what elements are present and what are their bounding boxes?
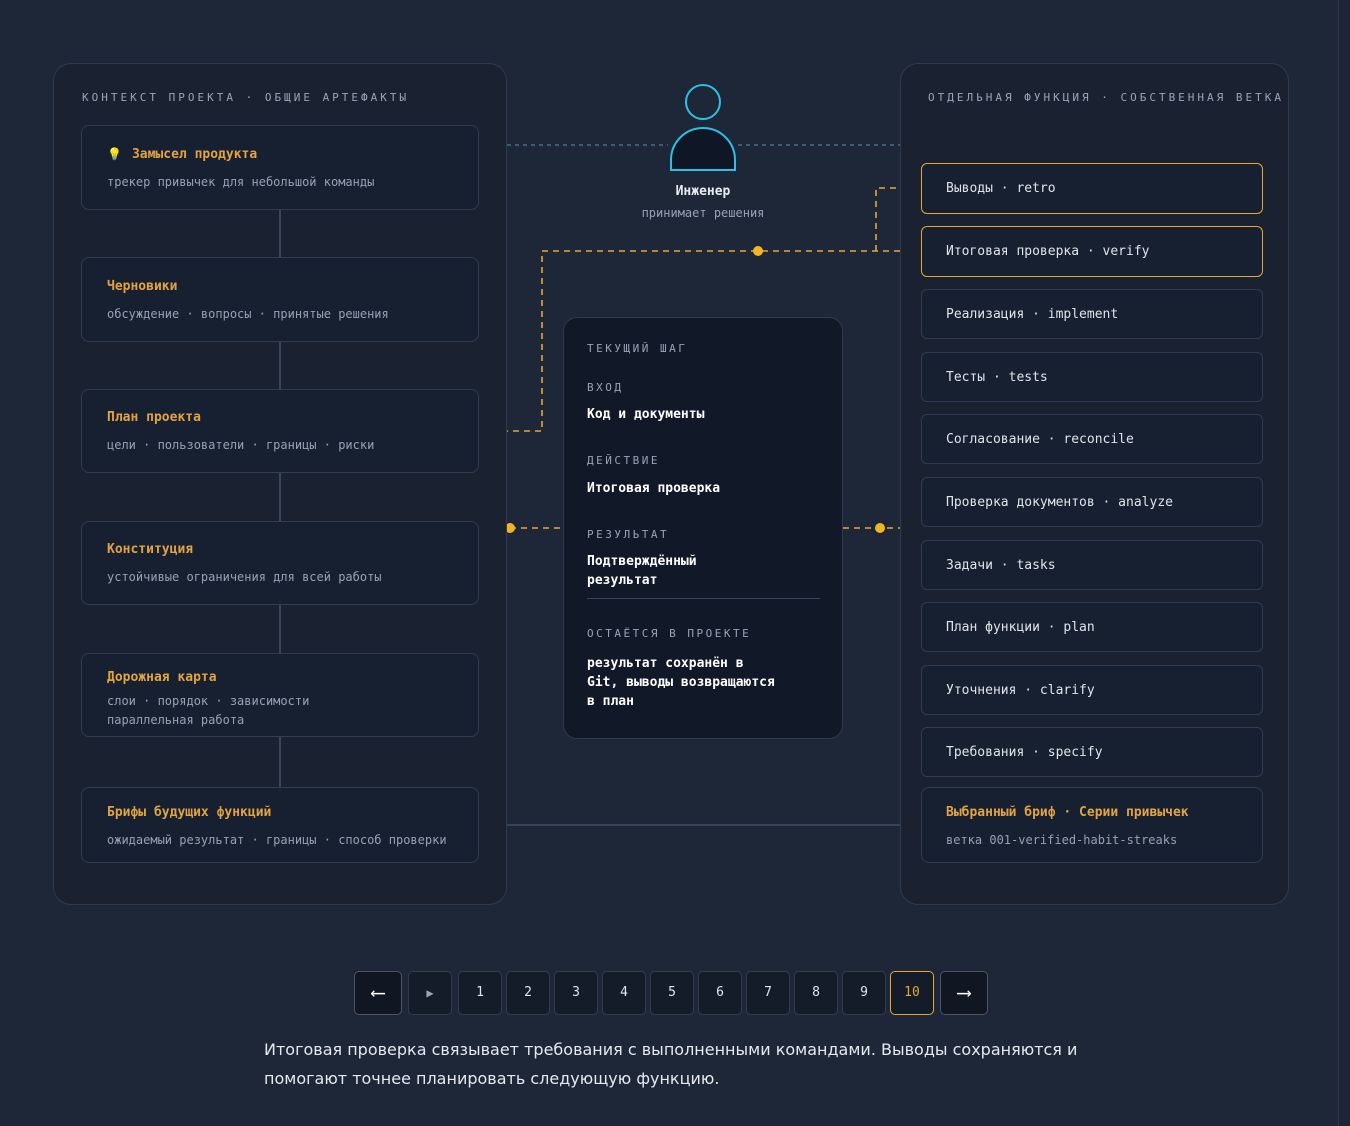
artifact-card-roadmap[interactable]: Дорожная карта слои · порядок · зависимо… [81,653,479,737]
artifact-title: Черновики [107,279,178,294]
artifact-title: Дорожная карта [107,670,217,685]
artifact-card-feature-briefs[interactable]: Брифы будущих функций ожидаемый результа… [81,787,479,863]
step-tests[interactable]: Тесты · tests [921,352,1263,402]
step-label: Итоговая проверка · verify [946,244,1150,259]
artifact-card-constitution[interactable]: Конституция устойчивые ограничения для в… [81,521,479,605]
artifact-subtitle: обсуждение · вопросы · принятые решения [107,307,389,321]
artifact-card-product-idea[interactable]: 💡 Замысел продукта трекер привычек для не… [81,125,479,210]
page-button-2[interactable]: 2 [506,971,550,1015]
artifact-card-drafts[interactable]: Черновики обсуждение · вопросы · приняты… [81,257,479,342]
artifact-title: Замысел продукта [131,147,258,162]
page-button-8[interactable]: 8 [794,971,838,1015]
artifact-title: Брифы будущих функций [107,805,272,820]
lightbulb-icon: 💡 [107,147,122,161]
divider [587,598,820,599]
stays-value: результат сохранён в Git, выводы возвращ… [587,656,775,709]
step-label: Выводы · retro [946,181,1056,196]
artifact-subtitle: цели · пользователи · границы · риски [107,438,375,452]
current-step-heading: ТЕКУЩИЙ ШАГ [587,342,688,355]
page-button-1[interactable]: 1 [458,971,502,1015]
step-reconcile[interactable]: Согласование · reconcile [921,414,1263,464]
action-value: Итоговая проверка [587,481,721,496]
step-label: Задачи · tasks [946,558,1056,573]
artifact-subtitle: устойчивые ограничения для всей работы [107,570,382,584]
page-button-10[interactable]: 10 [890,971,934,1015]
branch-name: ветка 001-verified-habit-streaks [946,833,1178,847]
result-value: Подтверждённый результат [587,554,697,588]
step-label: Тесты · tests [946,370,1048,385]
step-tasks[interactable]: Задачи · tasks [921,540,1263,590]
step-label: Уточнения · clarify [946,683,1095,698]
selected-brief-title: Выбранный бриф · Серии привычек [946,805,1189,820]
step-label: Согласование · reconcile [946,432,1134,447]
input-label: ВХОД [587,381,624,394]
step-label: Проверка документов · analyze [946,495,1173,510]
step-specify[interactable]: Требования · specify [921,727,1263,777]
next-button[interactable]: ⟶ [940,971,988,1015]
engineer-title: Инженер [675,184,731,199]
current-step-card: ТЕКУЩИЙ ШАГ ВХОД Код и документы ДЕЙСТВИ… [563,317,843,739]
artifact-subtitle-2: параллельная работа [107,713,245,727]
artifact-title: План проекта [107,410,201,425]
step-label: Реализация · implement [946,307,1119,322]
step-plan[interactable]: План функции · plan [921,602,1263,652]
page-button-3[interactable]: 3 [554,971,598,1015]
action-label: ДЕЙСТВИЕ [587,454,660,467]
engineer-subtitle: принимает решения [641,206,765,220]
result-label: РЕЗУЛЬТАТ [587,528,670,541]
artifact-card-project-plan[interactable]: План проекта цели · пользователи · грани… [81,389,479,473]
page-button-4[interactable]: 4 [602,971,646,1015]
prev-button[interactable]: ⟵ [354,971,402,1015]
page-button-6[interactable]: 6 [698,971,742,1015]
step-label: План функции · plan [946,620,1095,635]
slide-caption: Итоговая проверка связывает требования с… [264,1040,1078,1088]
step-implement[interactable]: Реализация · implement [921,289,1263,339]
stays-label: ОСТАЁТСЯ В ПРОЕКТЕ [587,627,752,640]
feature-branch-heading: ОТДЕЛЬНАЯ ФУНКЦИЯ · СОБСТВЕННАЯ ВЕТКА [928,91,1285,104]
project-context-heading: КОНТЕКСТ ПРОЕКТА · ОБЩИЕ АРТЕФАКТЫ [82,91,410,104]
artifact-subtitle: слои · порядок · зависимости [107,694,310,708]
window-edge [1338,0,1350,1126]
step-clarify[interactable]: Уточнения · clarify [921,665,1263,715]
input-value: Код и документы [587,407,705,422]
step-analyze[interactable]: Проверка документов · analyze [921,477,1263,527]
selected-brief-card[interactable]: Выбранный бриф · Серии привычек ветка 00… [921,787,1263,863]
artifact-subtitle: ожидаемый результат · границы · способ п… [107,833,447,847]
artifact-subtitle: трекер привычек для небольшой команды [107,175,375,189]
step-verify[interactable]: Итоговая проверка · verify [921,226,1263,277]
page-button-7[interactable]: 7 [746,971,790,1015]
page-button-5[interactable]: 5 [650,971,694,1015]
play-button[interactable]: ▶ [408,971,452,1015]
step-retro[interactable]: Выводы · retro [921,163,1263,214]
page-button-9[interactable]: 9 [842,971,886,1015]
step-label: Требования · specify [946,745,1103,760]
artifact-title: Конституция [107,542,194,557]
